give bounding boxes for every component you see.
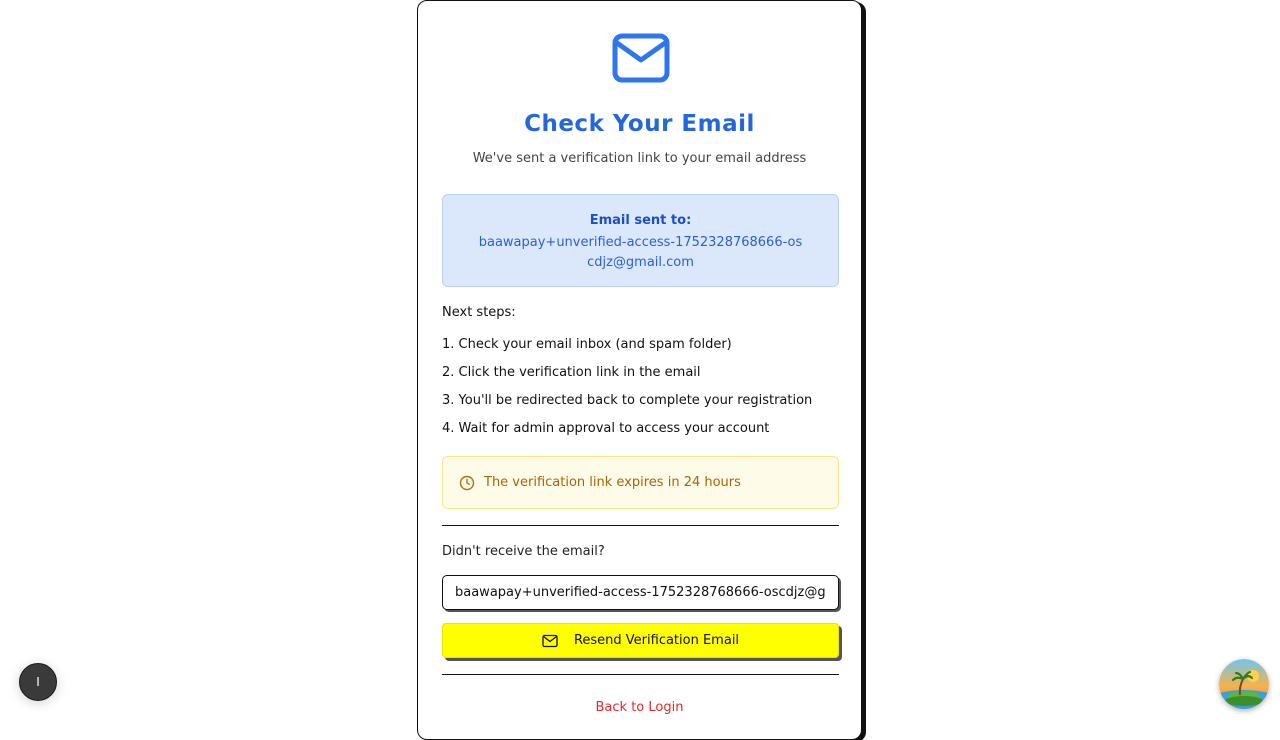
email-sent-box: Email sent to: baawapay+unverified-acces… xyxy=(442,194,839,287)
verification-card: Check Your Email We've sent a verificati… xyxy=(417,0,862,740)
expiry-text: The verification link expires in 24 hour… xyxy=(484,475,741,490)
floating-action-button[interactable]: I xyxy=(19,663,57,701)
page-title: Check Your Email xyxy=(524,111,755,137)
resend-email-input[interactable] xyxy=(442,575,839,610)
clock-icon xyxy=(459,475,475,490)
email-sent-label: Email sent to: xyxy=(589,213,692,228)
expiry-notice: The verification link expires in 24 hour… xyxy=(442,456,839,509)
divider xyxy=(442,674,839,675)
floating-button-label: I xyxy=(36,675,40,689)
next-steps-heading: Next steps: xyxy=(442,305,516,320)
next-step-item: 1. Check your email inbox (and spam fold… xyxy=(442,337,732,352)
resend-verification-button[interactable]: Resend Verification Email xyxy=(442,623,839,658)
next-step-item: 2. Click the verification link in the em… xyxy=(442,365,701,380)
resend-button-label: Resend Verification Email xyxy=(573,633,740,648)
divider xyxy=(442,525,839,526)
island-avatar-image xyxy=(1219,659,1269,709)
page-subtitle: We've sent a verification link to your e… xyxy=(472,151,807,166)
mail-icon xyxy=(542,634,558,647)
resend-prompt: Didn't receive the email? xyxy=(442,544,605,559)
email-sent-address: baawapay+unverified-access-1752328768666… xyxy=(478,235,803,270)
next-steps-list: 1. Check your email inbox (and spam fold… xyxy=(442,337,812,449)
next-step-item: 4. Wait for admin approval to access you… xyxy=(442,421,770,436)
back-to-login-link[interactable]: Back to Login xyxy=(418,700,861,715)
next-step-item: 3. You'll be redirected back to complete… xyxy=(442,393,813,408)
envelope-icon xyxy=(612,33,670,83)
island-avatar-icon[interactable] xyxy=(1219,659,1269,709)
